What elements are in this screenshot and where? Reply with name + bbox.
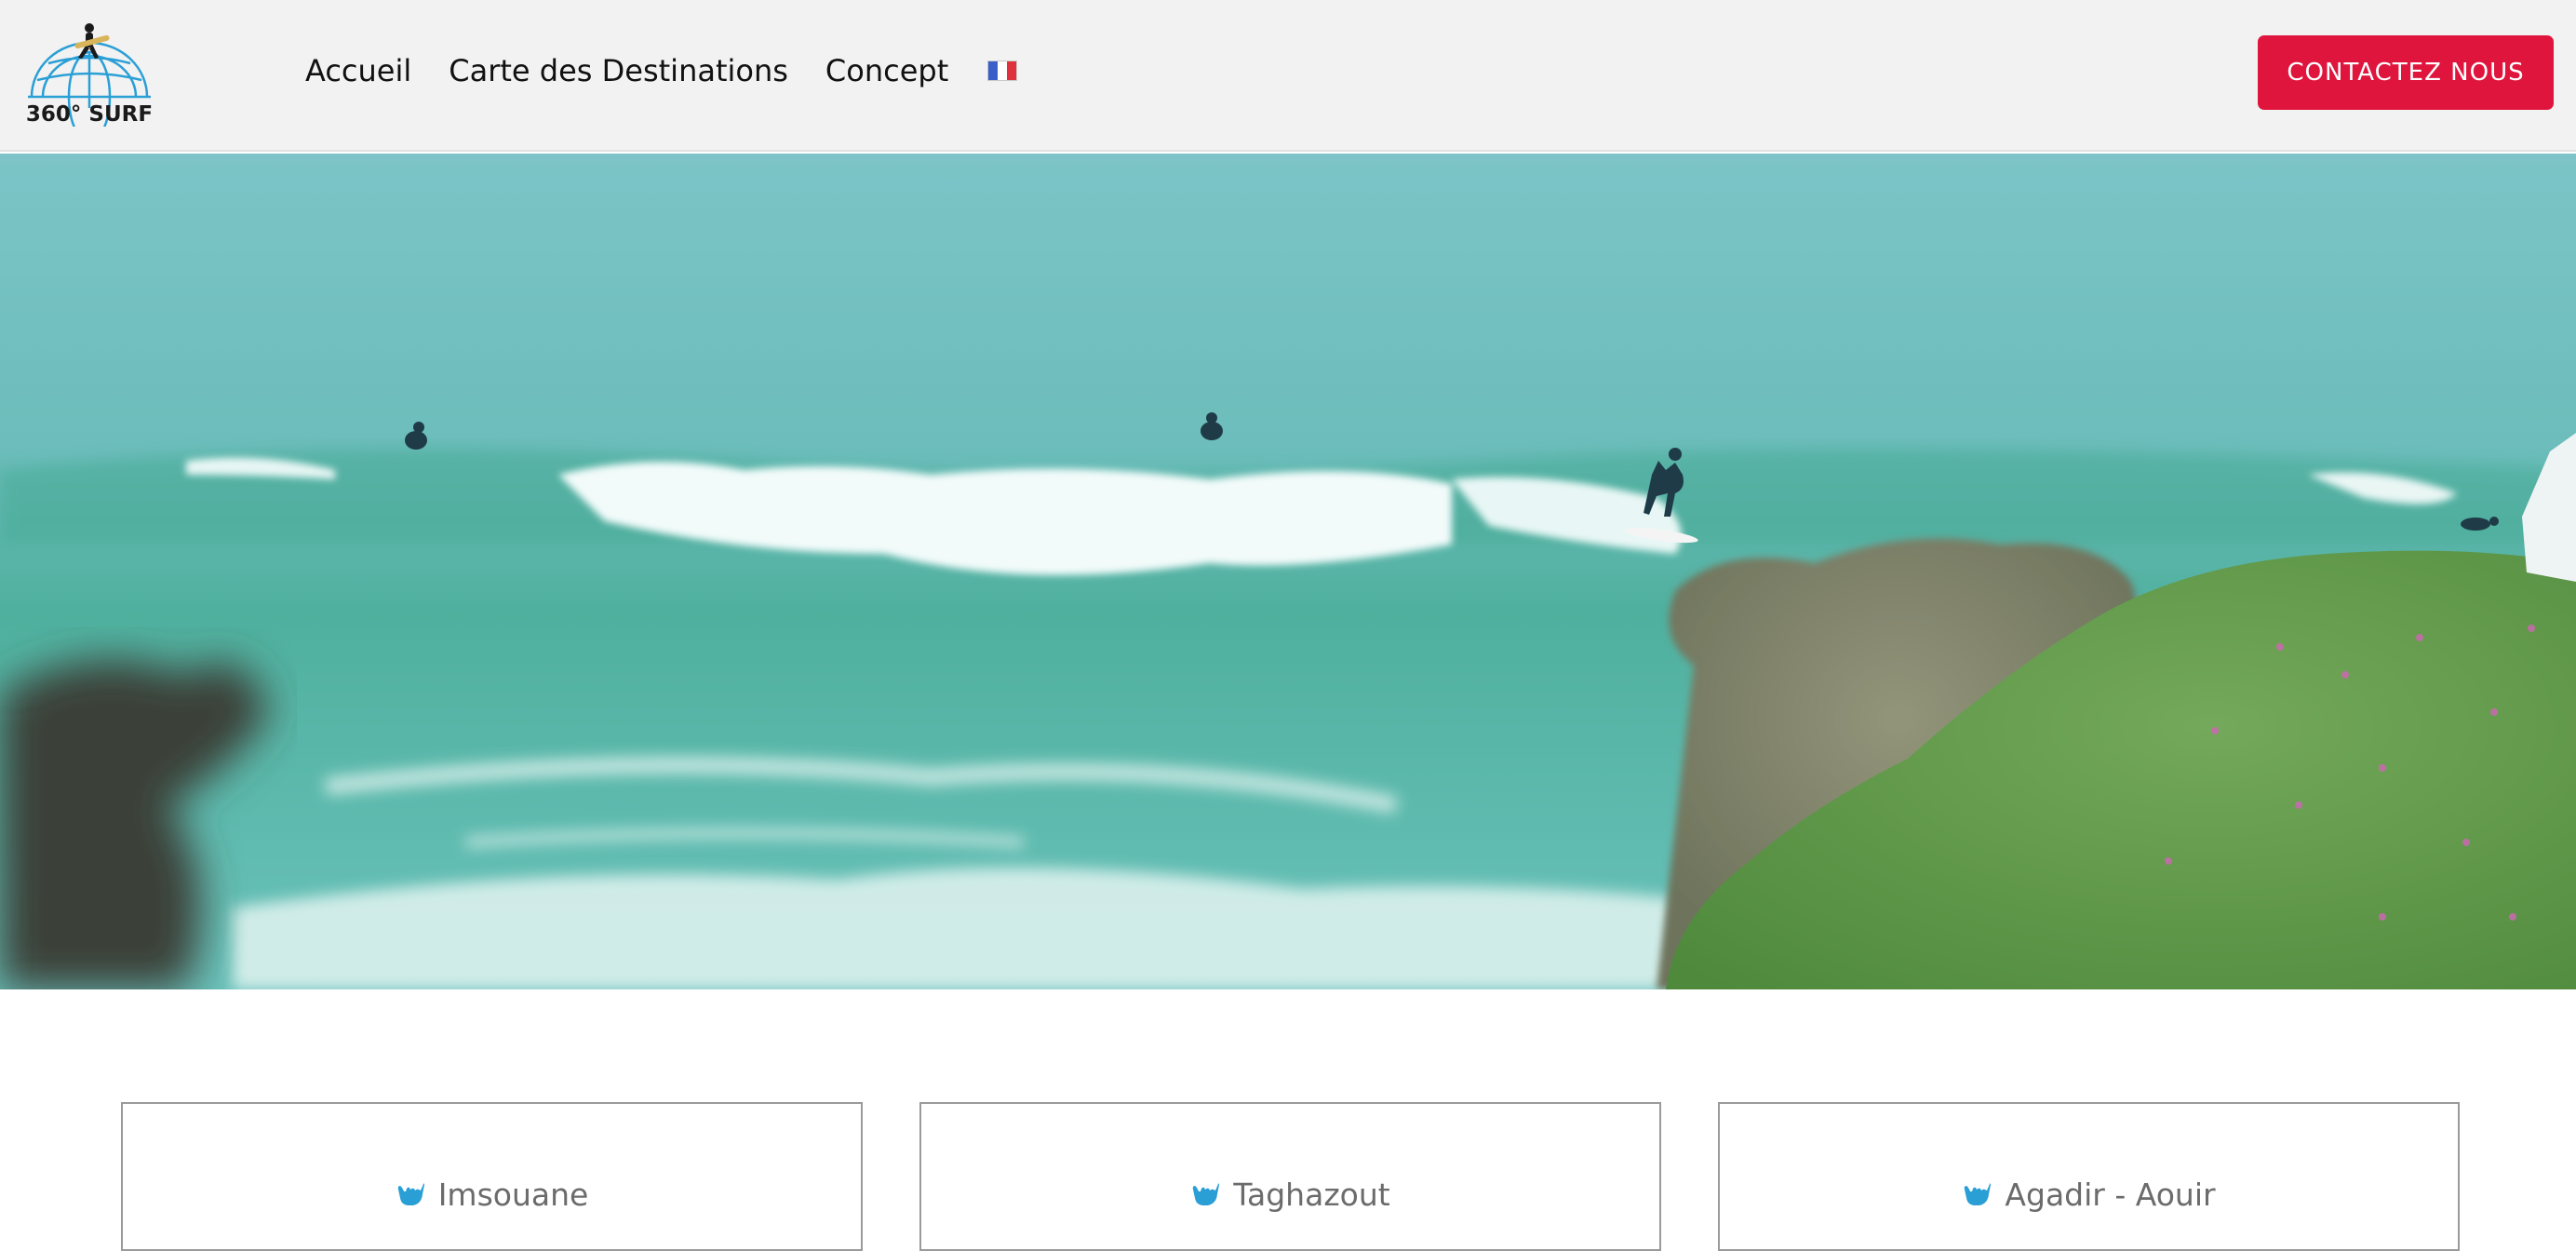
destination-card-agadir-aouir[interactable]: Agadir - Aouir <box>1718 1102 2460 1251</box>
nav-item-carte-des-destinations[interactable]: Carte des Destinations <box>449 47 788 95</box>
card-title-label: Imsouane <box>437 1177 589 1213</box>
contact-button[interactable]: CONTACTEZ NOUS <box>2258 35 2554 110</box>
nav-item-concept[interactable]: Concept <box>825 47 948 95</box>
destination-cards: Imsouane Taghazout Agadir - Aouir <box>0 1102 2576 1251</box>
surf-spot-photo <box>0 154 2576 989</box>
flag-stripe-white <box>998 61 1008 80</box>
destination-card-imsouane[interactable]: Imsouane <box>121 1102 863 1251</box>
hero-image <box>0 154 2576 989</box>
shaka-hand-icon <box>1965 1182 1992 1205</box>
french-flag-icon[interactable] <box>987 61 1018 81</box>
card-title: Taghazout <box>921 1177 1659 1213</box>
flag-stripe-blue <box>988 61 999 80</box>
logo-text: 360° SURF <box>26 102 153 127</box>
site-header: 360° SURF Accueil Carte des Destinations… <box>0 0 2576 152</box>
card-title: Imsouane <box>123 1177 861 1213</box>
card-title-label: Agadir - Aouir <box>2005 1177 2216 1213</box>
shaka-hand-icon <box>397 1182 424 1205</box>
nav-item-accueil[interactable]: Accueil <box>305 47 411 95</box>
card-title: Agadir - Aouir <box>1720 1177 2458 1213</box>
destination-card-taghazout[interactable]: Taghazout <box>919 1102 1661 1251</box>
flag-stripe-red <box>1007 61 1017 80</box>
shaka-hand-icon <box>1193 1182 1220 1205</box>
globe-surfer-logo-icon: 360° SURF <box>26 23 153 127</box>
site-logo[interactable]: 360° SURF <box>24 15 154 127</box>
main-nav: Accueil Carte des Destinations Concept <box>305 47 1018 95</box>
card-title-label: Taghazout <box>1233 1177 1390 1213</box>
